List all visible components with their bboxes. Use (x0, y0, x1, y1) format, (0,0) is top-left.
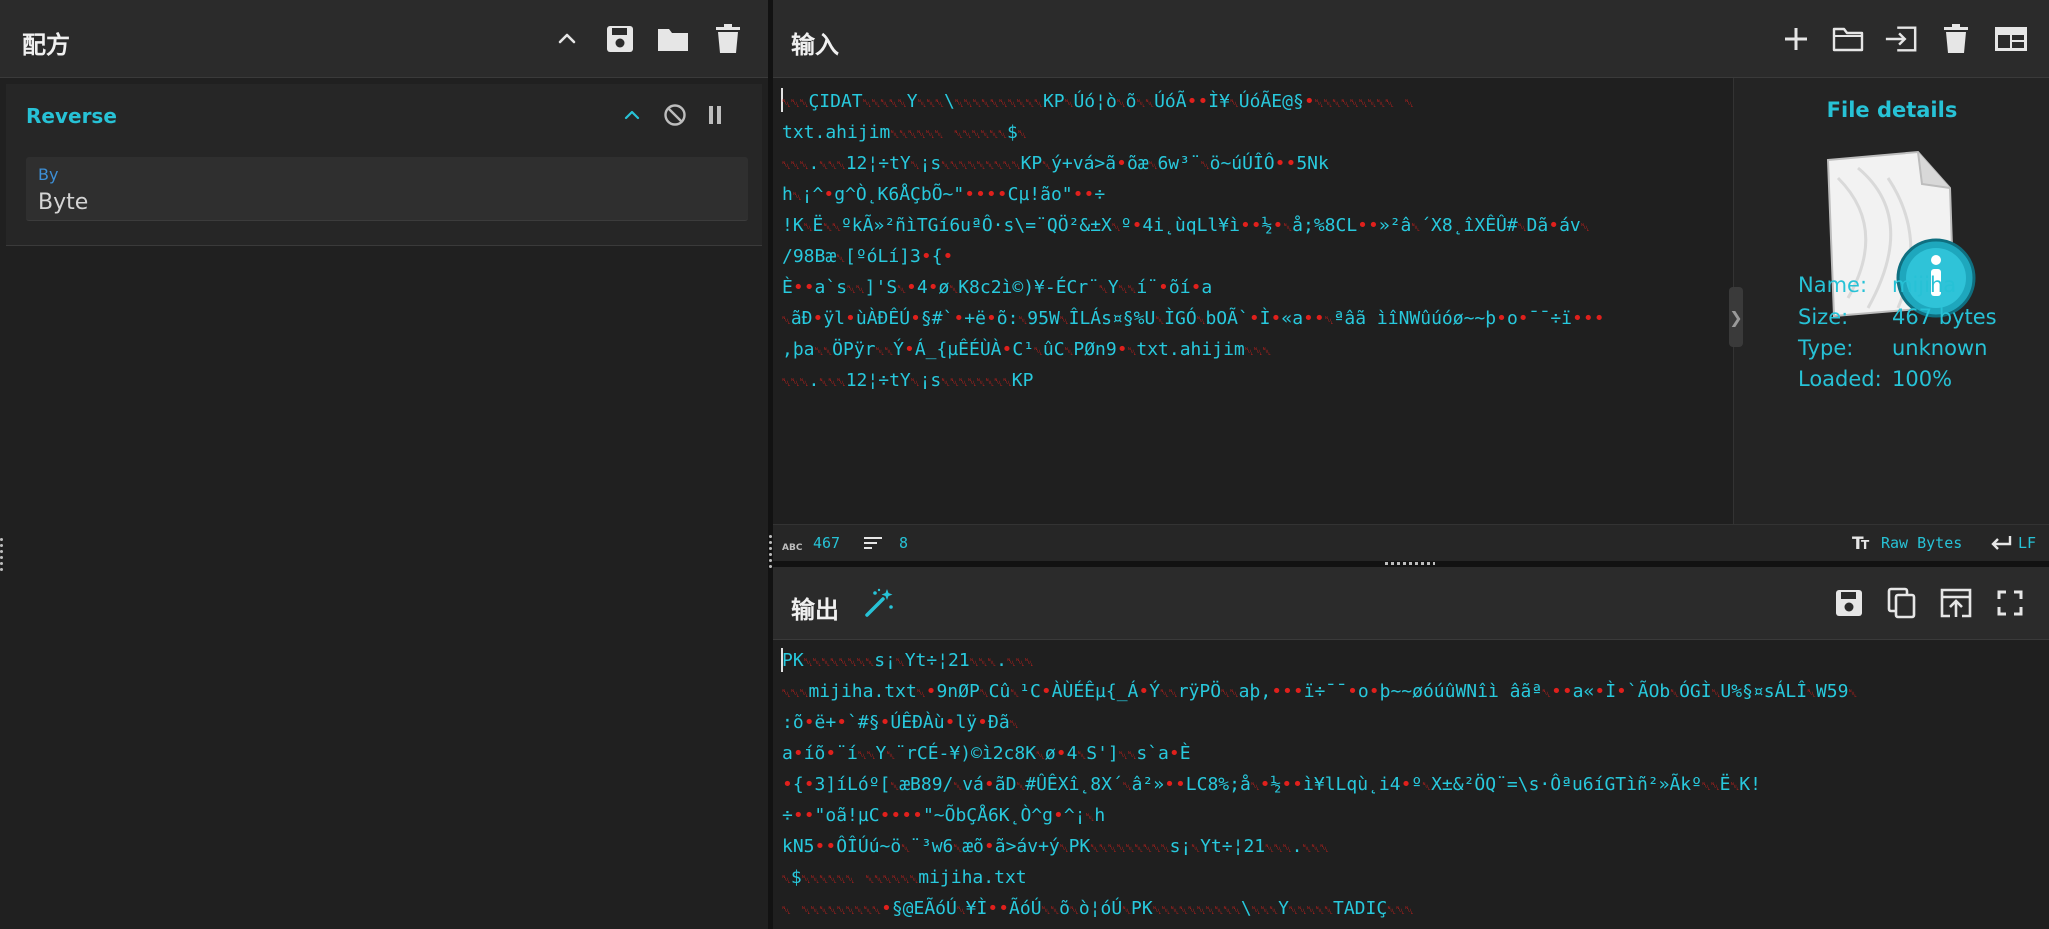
input-line: È••a`s␀␀]'S␀•4•ø␀K8c2ì©)¥-ÉCr¨␀Y␀␀í¨•õí•… (782, 277, 1213, 298)
input-line-count: 8 (899, 534, 909, 552)
input-line: h␀¡^•g^Ò˛K6ÅÇbÕ~"••••Cµ!ão"••÷ (782, 184, 1106, 205)
operation-name: Reverse (26, 104, 117, 128)
add-tab-plus-icon[interactable] (1779, 22, 1813, 56)
input-eol[interactable]: LF (2018, 534, 2036, 552)
disable-operation-icon[interactable] (660, 100, 690, 130)
output-title: 输出 (791, 596, 839, 624)
arg-label: By (38, 165, 59, 184)
input-textarea[interactable]: ␀␀␀ÇIDAT␀␀␀␀␀Y␀␀␀\␀␀␀␀␀␀␀␀␀␀KP␀Úó¦ò␀õ␀␀Ú… (782, 86, 1732, 516)
input-line: txt.ahijim␀␀␀␀␀␀ ␀␀␀␀␀␀$␀ (782, 122, 1027, 143)
save-recipe-icon[interactable] (603, 22, 637, 56)
file-type-label: Type: (1798, 336, 1854, 360)
maximise-output-icon[interactable] (1993, 586, 2027, 620)
pause-icon[interactable] (700, 100, 730, 130)
file-details-panel: ❯ File details Name: mijiha Size: 467 by… (1729, 78, 2049, 524)
replace-input-icon[interactable] (1939, 586, 1973, 620)
load-recipe-folder-icon[interactable] (656, 22, 690, 56)
output-header: 输出 (773, 567, 2049, 640)
output-line: ␀␀␀mijiha.txt␀•9nØP␀Cû␀¹C•ÀÙÉÊµ{_Á•Ý␀␀rÿ… (782, 681, 1858, 702)
input-line: /98Bæ␀[ºóLí]3•{• (782, 246, 954, 267)
save-output-icon[interactable] (1832, 586, 1866, 620)
file-loaded-label: Loaded: (1798, 367, 1882, 391)
output-line: •{•3]íLóº[␀æB89/␀vá•ãD␀#ÛÊXî˛8X´␀â²»••LC… (782, 774, 1761, 795)
import-file-icon[interactable] (1884, 22, 1918, 56)
svg-text:ABC: ABC (782, 543, 802, 551)
reverse-by-select[interactable]: By Byte (26, 157, 748, 221)
file-info-icon (1798, 138, 1998, 332)
recipe-pane: 配方 Reverse By Byte (0, 0, 768, 929)
input-pane: 输入 ␀␀␀ÇIDAT␀␀␀␀␀Y␀␀␀\␀␀␀␀␀␀␀␀␀␀KP␀Úó¦ò␀õ… (773, 0, 2049, 561)
operation-card-reverse[interactable]: Reverse By Byte (6, 84, 762, 246)
clear-input-trash-icon[interactable] (1939, 22, 1973, 56)
output-line: :õ•ë+•`#§•ÚÊÐÀù•lÿ•Ðã␀ (782, 712, 1019, 733)
resize-handle-left[interactable] (0, 538, 3, 586)
output-line: a•íõ•¨í␀␀Y␀¨rCÉ-¥)©ì2c8K␀ø•4␀S']␀␀s`a•È (782, 743, 1191, 764)
abc-icon: ABC (782, 537, 803, 555)
open-folder-icon[interactable] (1831, 22, 1865, 56)
input-status-bar: ABC 467 8 TT Raw Bytes LF (773, 524, 2049, 561)
file-type: unknown (1892, 336, 1988, 360)
return-icon[interactable] (1990, 535, 2012, 555)
output-line: kN5••ÔÎÚú~ö␀¨³w6␀æõ•ã>áv+ý␀PK␀␀␀␀␀␀␀␀␀s¡… (782, 836, 1329, 857)
input-title: 输入 (791, 31, 839, 59)
input-line: !K␀Ë␀␀ºkÃ»²ñìTGí6uªÔ·s\=¨QÖ²&±X␀º•4i˛ùqL… (782, 215, 1590, 236)
input-line: ␀␀␀.␀␀␀12¦÷tY␀¡s␀␀␀␀␀␀␀␀KP (782, 370, 1034, 391)
input-line: ␀ãÐ•ÿl•ùÀÐÊÚ•§#`•+ë•õ:␀95W␀ÎLÁs¤§%U␀ÌGÓ␀… (782, 308, 1605, 329)
grip-icon (1385, 562, 1435, 565)
file-details-title: File details (1826, 98, 1958, 122)
lines-icon (864, 536, 884, 554)
arg-value[interactable]: Byte (38, 190, 88, 215)
collapse-all-icon[interactable] (550, 22, 584, 56)
input-header: 输入 (773, 0, 2049, 78)
file-name: mijiha (1892, 273, 1957, 297)
file-size-label: Size: (1798, 305, 1849, 329)
svg-text:T: T (1861, 538, 1870, 551)
output-line: PK␀␀␀␀␀␀␀␀s¡␀Yt÷¦21␀␀␀.␀␀␀ (782, 650, 1034, 671)
file-name-label: Name: (1798, 273, 1868, 297)
grip-icon (769, 535, 772, 583)
output-line: ÷••"oã!µC••••"~ÕbÇÅ6K˛Ò^g•^¡␀h (782, 805, 1106, 826)
copy-output-icon[interactable] (1885, 586, 1919, 620)
input-length: 467 (813, 534, 841, 552)
input-line: ␀␀␀.␀␀␀12¦÷tY␀¡s␀␀␀␀␀␀␀␀␀KP␀ý+vá>ã•õæ␀6w… (782, 153, 1329, 174)
output-pane: 输出 PK␀␀␀␀␀␀␀␀s¡␀Yt÷¦21␀␀␀.␀␀␀ ␀␀␀mijiha.t… (773, 567, 2049, 929)
recipe-header: 配方 (0, 0, 768, 78)
output-textarea[interactable]: PK␀␀␀␀␀␀␀␀s¡␀Yt÷¦21␀␀␀.␀␀␀ ␀␀␀mijiha.txt␀… (782, 645, 2044, 929)
input-line: ,þa␀␀ÖPÿr␀␀Ý•Á_{µÊÉÙÀ•C¹␀ûC␀PØn9•␀txt.ah… (782, 339, 1272, 360)
magic-wand-icon[interactable] (862, 586, 896, 620)
recipe-title: 配方 (22, 31, 70, 59)
reset-layout-icon[interactable] (1994, 22, 2028, 56)
chevron-up-icon[interactable] (617, 100, 647, 130)
file-size: 467 bytes (1892, 305, 1997, 329)
toggle-details-chevron-icon[interactable]: ❯ (1729, 287, 1743, 347)
clear-recipe-trash-icon[interactable] (711, 22, 745, 56)
file-loaded: 100% (1892, 367, 1953, 391)
output-line: ␀ ␀␀␀␀␀␀␀␀␀•§@EÃóÚ␀¥Ì••ÃóÚ␀␀õ␀ò¦óÚ␀PK␀␀␀… (782, 898, 1414, 919)
input-encoding[interactable]: Raw Bytes (1881, 534, 1962, 552)
input-line: ␀␀␀ÇIDAT␀␀␀␀␀Y␀␀␀\␀␀␀␀␀␀␀␀␀␀KP␀Úó¦ò␀õ␀␀Ú… (782, 91, 1414, 112)
output-line: ␀$␀␀␀␀␀␀ ␀␀␀␀␀␀mijiha.txt (782, 867, 1027, 888)
text-format-icon[interactable]: TT (1852, 533, 1874, 555)
